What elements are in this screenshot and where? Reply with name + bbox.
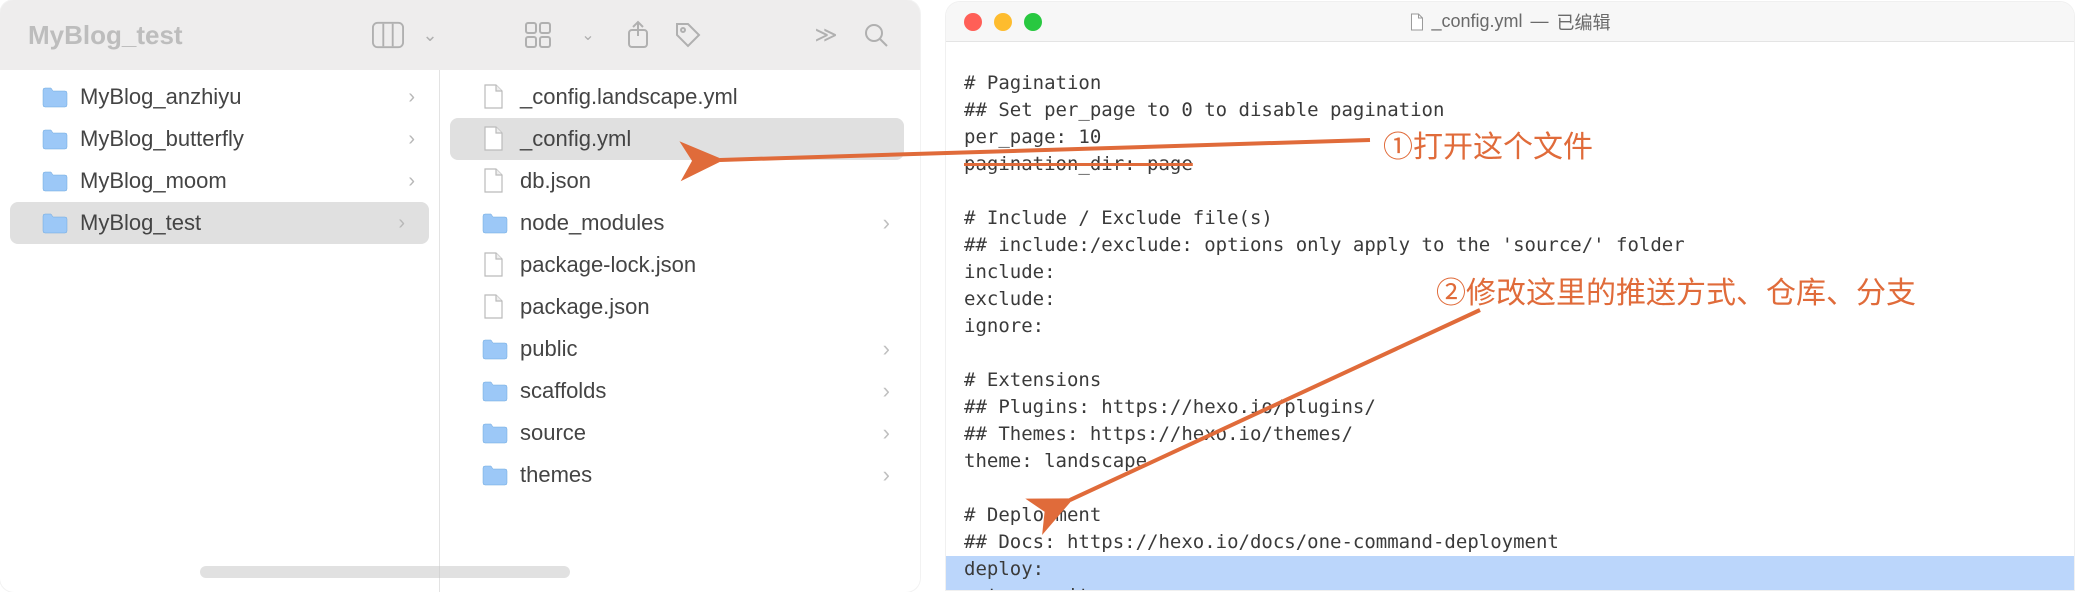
code-line: # Include / Exclude file(s) (964, 205, 2056, 232)
code-line: ## Set per_page to 0 to disable paginati… (964, 97, 2056, 124)
code-line (964, 475, 2056, 502)
list-item-label: package-lock.json (520, 252, 696, 278)
list-item[interactable]: db.json (440, 160, 914, 202)
code-line-highlighted: deploy: (946, 556, 2074, 583)
sidebar-item[interactable]: MyBlog_test › (10, 202, 429, 244)
finder-title: MyBlog_test (28, 20, 183, 51)
chevron-right-icon: › (408, 128, 415, 151)
chevron-right-icon: › (883, 378, 890, 404)
list-item-label: public (520, 336, 577, 362)
code-line: # Deployment (964, 502, 2056, 529)
editor-title: _config.yml — 已编辑 (1409, 9, 1610, 35)
scrollbar-horizontal[interactable] (200, 566, 570, 578)
code-line: # Pagination (964, 70, 2056, 97)
list-item[interactable]: scaffolds › (440, 370, 914, 412)
code-line: theme: landscape (964, 448, 2056, 475)
list-item-label: _config.yml (520, 126, 631, 152)
folder-icon (482, 464, 508, 486)
chevron-right-icon: › (883, 210, 890, 236)
editor-status: 已编辑 (1557, 9, 1611, 35)
maximize-button[interactable] (1024, 13, 1042, 31)
view-columns-icon[interactable] (372, 19, 404, 51)
list-item-label: source (520, 420, 586, 446)
folder-icon (482, 212, 508, 234)
folder-icon (482, 338, 508, 360)
sidebar-item-label: MyBlog_butterfly (80, 126, 244, 152)
code-line: # Extensions (964, 367, 2056, 394)
folder-icon (42, 128, 68, 150)
editor-titlebar: _config.yml — 已编辑 (946, 2, 2074, 42)
grid-chevron-icon[interactable]: ⌄ (572, 19, 604, 51)
code-line: ignore: (964, 313, 2056, 340)
editor-window: _config.yml — 已编辑 # Pagination## Set per… (946, 2, 2074, 590)
sidebar-item[interactable]: MyBlog_butterfly › (0, 118, 439, 160)
file-icon (482, 252, 504, 278)
more-icon[interactable]: ≫ (810, 19, 842, 51)
list-item-label: db.json (520, 168, 591, 194)
list-item[interactable]: package-lock.json (440, 244, 914, 286)
code-line: pagination_dir: page (964, 151, 2056, 178)
list-item-label: _config.landscape.yml (520, 84, 738, 110)
sidebar-item[interactable]: MyBlog_moom › (0, 160, 439, 202)
list-item-label: node_modules (520, 210, 664, 236)
tag-icon[interactable] (672, 19, 704, 51)
chevron-right-icon: › (883, 420, 890, 446)
chevron-right-icon: › (398, 212, 405, 235)
list-item-label: themes (520, 462, 592, 488)
finder-window: MyBlog_test ⌄ ⌄ ≫ MyBlog_anzhiyu›MyBlog_… (0, 0, 920, 592)
window-controls[interactable] (964, 13, 1042, 31)
sidebar-item[interactable]: MyBlog_anzhiyu › (0, 76, 439, 118)
chevron-right-icon: › (883, 462, 890, 488)
editor-content[interactable]: # Pagination## Set per_page to 0 to disa… (946, 42, 2074, 590)
code-line: include: (964, 259, 2056, 286)
share-icon[interactable] (622, 19, 654, 51)
finder-column-1[interactable]: MyBlog_anzhiyu›MyBlog_butterfly›MyBlog_m… (0, 70, 440, 592)
code-line: ## Themes: https://hexo.io/themes/ (964, 421, 2056, 448)
code-line: ## Docs: https://hexo.io/docs/one-comman… (964, 529, 2056, 556)
sidebar-item-label: MyBlog_anzhiyu (80, 84, 241, 110)
search-icon[interactable] (860, 19, 892, 51)
view-chevron-icon[interactable]: ⌄ (414, 19, 446, 51)
list-item[interactable]: _config.landscape.yml (440, 76, 914, 118)
folder-icon (42, 170, 68, 192)
editor-dash: — (1531, 11, 1549, 32)
chevron-right-icon: › (408, 170, 415, 193)
folder-icon (482, 380, 508, 402)
folder-icon (42, 86, 68, 108)
file-icon (482, 84, 504, 110)
list-item[interactable]: themes › (440, 454, 914, 496)
chevron-right-icon: › (883, 336, 890, 362)
list-item[interactable]: package.json (440, 286, 914, 328)
code-line: exclude: (964, 286, 2056, 313)
code-line (964, 178, 2056, 205)
folder-icon (482, 422, 508, 444)
list-item-label: scaffolds (520, 378, 606, 404)
file-icon (482, 294, 504, 320)
code-line (964, 340, 2056, 367)
finder-column-2[interactable]: _config.landscape.yml _config.yml db.json n… (440, 70, 920, 592)
code-line: ## include:/exclude: options only apply … (964, 232, 2056, 259)
code-line-highlighted: type: git (946, 583, 2074, 590)
document-icon (1409, 13, 1423, 31)
code-line: ## Plugins: https://hexo.io/plugins/ (964, 394, 2056, 421)
folder-icon (42, 212, 68, 234)
close-button[interactable] (964, 13, 982, 31)
file-icon (482, 126, 504, 152)
finder-toolbar: MyBlog_test ⌄ ⌄ ≫ (0, 0, 920, 70)
sidebar-item-label: MyBlog_moom (80, 168, 227, 194)
file-icon (482, 168, 504, 194)
chevron-right-icon: › (408, 86, 415, 109)
list-item[interactable]: source › (440, 412, 914, 454)
list-item[interactable]: _config.yml (450, 118, 904, 160)
list-item[interactable]: public › (440, 328, 914, 370)
list-item-label: package.json (520, 294, 650, 320)
code-line: per_page: 10 (964, 124, 2056, 151)
minimize-button[interactable] (994, 13, 1012, 31)
list-item[interactable]: node_modules › (440, 202, 914, 244)
sidebar-item-label: MyBlog_test (80, 210, 201, 236)
editor-filename: _config.yml (1431, 11, 1522, 32)
grid-icon[interactable] (522, 19, 554, 51)
